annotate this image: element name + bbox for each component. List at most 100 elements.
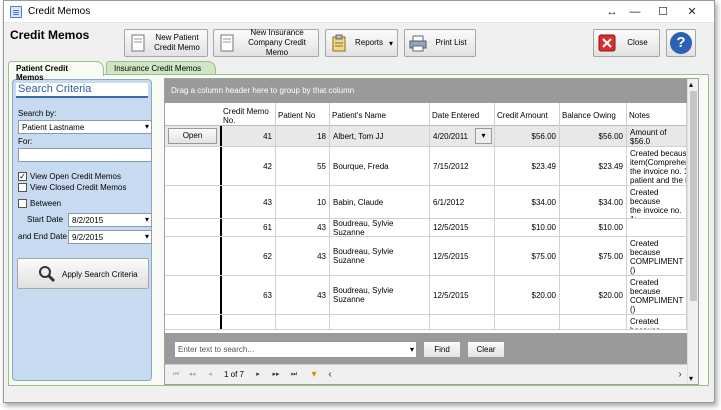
search-icon [38,265,56,285]
chevron-down-icon: ▾ [388,38,393,48]
clipboard-icon [330,34,348,52]
minimize-button[interactable]: — [624,4,646,20]
cell-date-entered: 7/15/2012 [430,147,495,185]
page-title: Credit Memos [10,28,90,42]
close-window-button[interactable]: ✕ [681,4,703,20]
cell-notes: Created because [627,315,687,329]
table-row[interactable]: 62 43 Boudreau, Sylvie Suzanne 12/5/2015 $75… [165,237,698,276]
close-label: Close [627,38,648,47]
vertical-scrollbar[interactable]: ▴ ▾ [687,79,698,384]
column-header-memo-no[interactable]: Credit Memo No. [221,103,276,126]
chevron-down-icon: ▾ [144,215,149,224]
cell-patient-no: 10 [276,186,330,218]
filter-icon[interactable]: ▾ [307,368,321,382]
reports-button[interactable]: Reports ▾ [325,29,398,57]
row-selector-cell [165,219,221,236]
table-row[interactable]: 63 43 Boudreau, Sylvie Suzanne 12/5/2015 $20… [165,276,698,315]
search-by-label: Search by: [18,109,57,118]
new-insurance-credit-memo-button[interactable]: New Insurance Company Credit Memo [213,28,319,57]
cell-memo-no: 41 [221,126,276,146]
new-patient-credit-memo-button[interactable]: New Patient Credit Memo [124,29,208,57]
cell-patient-name: Boudreau, Sylvie Suzanne [330,219,430,236]
scroll-up-button[interactable]: ▴ [689,80,693,89]
row-selector-cell [165,186,221,218]
search-criteria-header: Search Criteria [16,83,148,98]
help-icon: ? [670,32,692,54]
scroll-right-button[interactable]: › [673,368,687,382]
column-header-credit-amount[interactable]: Credit Amount [495,103,560,126]
search-by-value: Patient Lastname [22,123,85,132]
table-row[interactable]: 61 43 Boudreau, Sylvie Suzanne 12/5/2015 $10… [165,219,698,237]
previous-page-group-button[interactable]: ◂◂ [185,368,199,382]
column-header-patient-name[interactable]: Patient's Name [330,103,430,126]
close-button[interactable]: Close [593,29,660,57]
end-date-value: 9/2/2015 [72,233,104,242]
resize-icon[interactable]: ↔ [601,4,623,20]
between-label: Between [30,199,62,208]
tab-insurance-credit-memos[interactable]: Insurance Credit Memos [106,61,216,75]
cell-patient-name: Boudreau, Sylvie Suzanne [330,276,430,314]
last-page-button[interactable]: ⏭ [287,368,301,382]
printer-icon [409,34,427,52]
start-date-input[interactable]: 8/2/2015 ▾ [68,213,152,227]
row-selector-cell [165,276,221,314]
group-by-panel[interactable]: Drag a column header here to group by th… [165,79,698,103]
print-list-button[interactable]: Print List [404,29,476,57]
cell-balance-owing: $20.00 [560,276,627,314]
view-closed-checkbox[interactable] [18,183,27,192]
cell-patient-no: 43 [276,219,330,236]
scroll-down-button[interactable]: ▾ [689,374,693,383]
tab-strip: Patient Credit Memos Insurance Credit Me… [8,61,708,82]
apply-search-criteria-button[interactable]: Apply Search Criteria [17,258,149,289]
scroll-left-button[interactable]: ‹ [323,368,337,382]
table-row[interactable]: 42 55 Bourque, Freda 7/15/2012 $23.49 $23.49 C… [165,147,698,186]
cell-credit-amount: $56.00 [495,126,560,146]
table-row[interactable]: 43 10 Babin, Claude 6/1/2012 $34.00 $34.00 Cre… [165,186,698,219]
clear-button[interactable]: Clear [467,341,505,358]
row-selector-cell [165,237,221,275]
cell-memo-no: 63 [221,276,276,314]
cell-notes [627,219,687,236]
column-header-balance-owing[interactable]: Balance Owing [560,103,627,126]
start-date-label: Start Date [27,215,64,224]
tab-patient-credit-memos[interactable]: Patient Credit Memos [8,61,104,82]
open-button[interactable]: Open [168,128,217,144]
find-button[interactable]: Find [423,341,461,358]
column-header-notes[interactable]: Notes [627,103,687,126]
date-dropdown-button[interactable]: ▾ [475,128,492,144]
search-criteria-panel: Search Criteria Search by: Patient Lastn… [12,79,152,381]
search-by-select[interactable]: Patient Lastname ▾ [18,120,152,134]
table-row[interactable]: Open 41 18 Albert, Tom JJ 4/20/2011 ▾ $56.00 $5… [165,126,698,147]
cell-date-entered: 6/1/2012 [430,186,495,218]
grid-search-input[interactable]: Enter text to search... ▾ [174,341,417,358]
cell-memo-no: 43 [221,186,276,218]
column-header-row: Credit Memo No. Patient No Patient's Name D… [165,103,698,126]
maximize-button[interactable]: ☐ [652,4,674,20]
row-selector-cell: Open [165,126,221,146]
cell-notes: Created because COMPLIMENT () only cover… [627,237,687,275]
between-checkbox[interactable] [18,199,27,208]
chevron-down-icon: ▾ [409,345,414,354]
first-page-button[interactable]: ⏮ [169,368,183,382]
chevron-down-icon: ▾ [144,232,149,241]
cell-balance-owing: $34.00 [560,186,627,218]
new-patient-credit-memo-label: New Patient Credit Memo [154,33,200,52]
cell-balance-owing: $56.00 [560,126,627,146]
table-row[interactable]: Created because [165,315,698,330]
cell-balance-owing: $75.00 [560,237,627,275]
for-input[interactable] [18,148,152,162]
end-date-input[interactable]: 9/2/2015 ▾ [68,230,152,244]
view-closed-label: View Closed Credit Memos [30,183,127,192]
cell-memo-no: 62 [221,237,276,275]
cell-memo-no: 61 [221,219,276,236]
next-page-button[interactable]: ▸ [251,368,265,382]
reports-label: Reports [354,38,383,47]
column-header-date-entered[interactable]: Date Entered [430,103,495,126]
scroll-thumb[interactable] [690,91,697,301]
next-page-group-button[interactable]: ▸▸ [269,368,283,382]
help-button[interactable]: ? [666,29,696,57]
view-open-checkbox[interactable]: ✓ [18,172,27,181]
tab-panel: Search Criteria Search by: Patient Lastn… [8,74,709,386]
column-header-patient-no[interactable]: Patient No [276,103,330,126]
previous-page-button[interactable]: ◂ [203,368,217,382]
